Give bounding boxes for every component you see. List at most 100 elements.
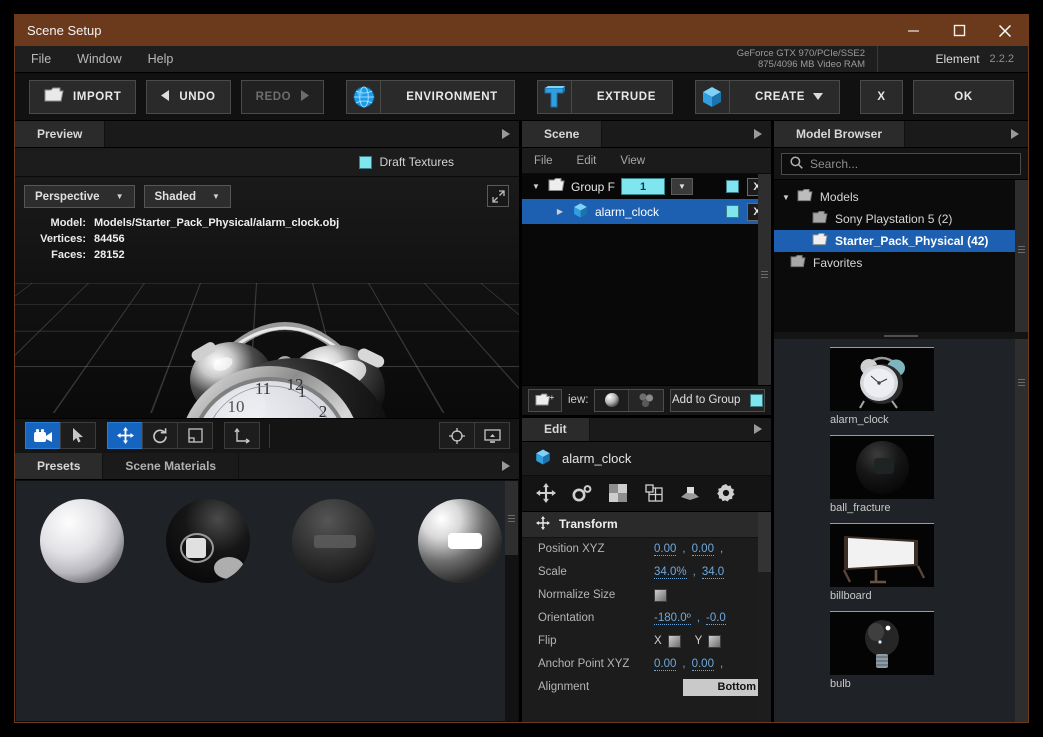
normalize-size-checkbox[interactable]: [654, 588, 667, 602]
fit-view-tool-button[interactable]: [474, 422, 510, 449]
scale-values[interactable]: 34.0%, 34.0: [654, 566, 725, 579]
move-tool-button[interactable]: [107, 422, 143, 449]
object-visibility-checkbox[interactable]: [726, 205, 739, 218]
camera-tool-button[interactable]: [25, 422, 61, 449]
model-tree-scrollbar-thumb[interactable]: [1015, 180, 1028, 332]
preview-panel-menu-icon[interactable]: [493, 121, 519, 147]
scene-menu-edit[interactable]: Edit: [577, 155, 597, 167]
texture-icon[interactable]: [600, 478, 636, 508]
add-to-group-button[interactable]: Add to Group: [670, 388, 765, 412]
preset-item[interactable]: [164, 498, 252, 589]
shading-select[interactable]: Shaded ▼: [143, 185, 231, 208]
scene-scrollbar[interactable]: [758, 174, 771, 385]
tab-scene[interactable]: Scene: [522, 121, 603, 147]
flip-x-checkbox[interactable]: [667, 634, 681, 648]
viewport-3d[interactable]: 1211 109 87 65 43 21: [15, 177, 519, 418]
group-visibility-checkbox[interactable]: [726, 180, 739, 193]
new-group-button[interactable]: +: [528, 388, 562, 412]
scene-tree[interactable]: ▼ Group F 1 ▼ X ▶ alarm_clock X: [522, 174, 771, 385]
model-thumbnails-scrollbar[interactable]: [1015, 339, 1028, 722]
tree-item-favorites[interactable]: Favorites: [774, 252, 1028, 274]
create-button[interactable]: CREATE: [694, 79, 840, 114]
orientation-y[interactable]: -0.0: [706, 612, 726, 625]
scene-scrollbar-thumb[interactable]: [758, 174, 771, 385]
extrude-icon[interactable]: [672, 478, 708, 508]
tree-item-starter-pack[interactable]: Starter_Pack_Physical (42): [774, 230, 1028, 252]
cancel-button[interactable]: X: [860, 79, 904, 114]
model-browser-panel-menu-icon[interactable]: [1002, 121, 1028, 147]
menu-help[interactable]: Help: [148, 52, 174, 66]
edit-scrollbar-thumb[interactable]: [758, 511, 771, 572]
scene-menu-view[interactable]: View: [620, 155, 645, 167]
presets-scrollbar-thumb[interactable]: [505, 480, 518, 555]
replicator-icon[interactable]: [636, 478, 672, 508]
anchor-point-values[interactable]: 0.00, 0.00,: [654, 658, 723, 671]
search-field[interactable]: Search...: [781, 152, 1021, 175]
transform-icon[interactable]: [528, 478, 564, 508]
model-thumbnail-item[interactable]: alarm_clock: [830, 347, 934, 426]
scene-row-group[interactable]: ▼ Group F 1 ▼ X: [522, 174, 771, 199]
extrude-button[interactable]: EXTRUDE: [536, 79, 673, 114]
chevron-down-icon[interactable]: ▼: [530, 182, 542, 191]
axis-tool-button[interactable]: [224, 422, 260, 449]
materials-icon[interactable]: [564, 478, 600, 508]
preset-item[interactable]: [290, 498, 378, 589]
tab-scene-materials[interactable]: Scene Materials: [103, 452, 240, 479]
model-thumbnail-list[interactable]: alarm_clock ball_fracture billboard bulb: [774, 339, 1028, 722]
tree-item-ps5[interactable]: Sony Playstation 5 (2): [774, 208, 1028, 230]
model-thumbnail-item[interactable]: ball_fracture: [830, 435, 934, 514]
multi-preview-button[interactable]: [629, 389, 664, 411]
tree-item-models[interactable]: ▼ Models: [774, 186, 1028, 208]
edit-panel-menu-icon[interactable]: [745, 417, 771, 441]
add-to-group-checkbox[interactable]: [750, 393, 764, 407]
position-x[interactable]: 0.00: [654, 543, 677, 556]
sphere-preview-button[interactable]: [595, 389, 630, 411]
orientation-values[interactable]: -180.0º, -0.0: [654, 612, 726, 625]
anchor-y[interactable]: 0.00: [691, 658, 714, 671]
model-thumbnail-item[interactable]: bulb: [830, 611, 934, 690]
model-thumbnail-item[interactable]: billboard: [830, 523, 934, 602]
ok-button[interactable]: OK: [913, 79, 1014, 114]
model-browser-tree[interactable]: ▼ Models Sony Playstation 5 (2) Starter_…: [774, 180, 1028, 332]
preset-item[interactable]: [38, 498, 126, 589]
position-y[interactable]: 0.00: [691, 543, 714, 556]
flip-y-checkbox[interactable]: [708, 634, 722, 648]
model-browser-splitter[interactable]: [774, 332, 1028, 339]
camera-select[interactable]: Perspective ▼: [24, 185, 135, 208]
maximize-button[interactable]: [936, 15, 982, 46]
tab-edit[interactable]: Edit: [522, 417, 590, 441]
settings-icon[interactable]: [708, 478, 744, 508]
minimize-button[interactable]: [890, 15, 936, 46]
chevron-down-icon[interactable]: ▼: [782, 193, 790, 202]
tab-preview[interactable]: Preview: [15, 121, 106, 147]
scale-x[interactable]: 34.0%: [654, 566, 687, 579]
select-tool-button[interactable]: [60, 422, 96, 449]
presets-panel-menu-icon[interactable]: [493, 452, 519, 479]
redo-button[interactable]: REDO: [240, 79, 325, 114]
menu-window[interactable]: Window: [77, 52, 121, 66]
tab-presets[interactable]: Presets: [15, 452, 104, 479]
presets-scrollbar[interactable]: [505, 480, 518, 721]
scale-y[interactable]: 34.0: [701, 566, 725, 579]
model-tree-scrollbar[interactable]: [1015, 180, 1028, 332]
orientation-x[interactable]: -180.0º: [654, 612, 691, 625]
scene-panel-menu-icon[interactable]: [745, 121, 771, 147]
chevron-right-icon[interactable]: ▶: [554, 207, 566, 216]
close-button[interactable]: [982, 15, 1028, 46]
edit-scrollbar[interactable]: [758, 511, 771, 722]
scene-row-object[interactable]: ▶ alarm_clock X: [522, 199, 771, 224]
focus-tool-button[interactable]: [439, 422, 475, 449]
draft-textures-checkbox[interactable]: [358, 155, 372, 169]
tab-model-browser[interactable]: Model Browser: [774, 121, 906, 147]
group-count-dropdown[interactable]: ▼: [671, 178, 694, 195]
environment-button[interactable]: ENVIRONMENT: [346, 79, 515, 114]
scale-tool-button[interactable]: [177, 422, 213, 449]
alignment-dropdown[interactable]: Bottom: [683, 678, 763, 696]
presets-grid[interactable]: [15, 479, 519, 722]
undo-button[interactable]: UNDO: [146, 79, 231, 114]
model-thumbnails-scrollbar-thumb[interactable]: [1015, 339, 1028, 722]
transform-section-header[interactable]: Transform: [522, 511, 771, 538]
rotate-tool-button[interactable]: [142, 422, 178, 449]
menu-file[interactable]: File: [31, 52, 51, 66]
expand-preview-button[interactable]: [487, 185, 509, 207]
